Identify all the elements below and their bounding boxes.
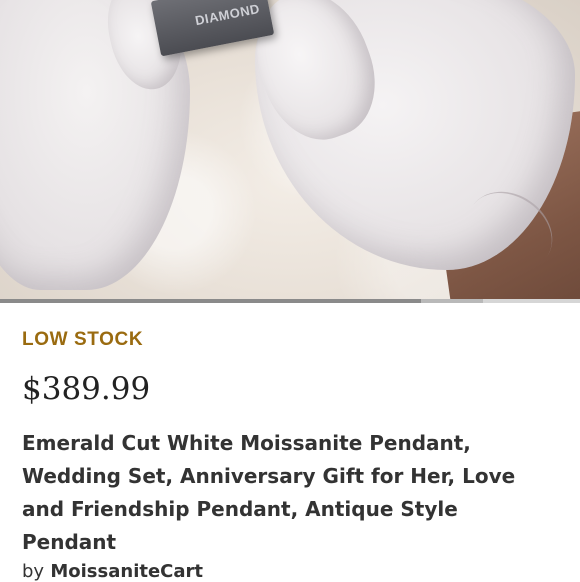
gallery-progress-bar — [0, 299, 580, 303]
gallery-progress-marker — [421, 299, 483, 303]
stock-status: LOW STOCK — [22, 329, 144, 350]
seller-name-link[interactable]: MoissaniteCart — [50, 561, 203, 582]
box-label: DIAMOND — [193, 0, 262, 29]
gallery-progress-fill — [0, 299, 421, 303]
price: $389.99 — [22, 371, 151, 407]
seller-line: by MoissaniteCart — [22, 561, 558, 582]
listing-details: LOW STOCK $389.99 Emerald Cut White Mois… — [0, 329, 580, 582]
seller-prefix: by — [22, 561, 45, 582]
product-title[interactable]: Emerald Cut White Moissanite Pendant, We… — [22, 427, 558, 559]
product-image[interactable]: DIAMOND — [0, 0, 580, 303]
